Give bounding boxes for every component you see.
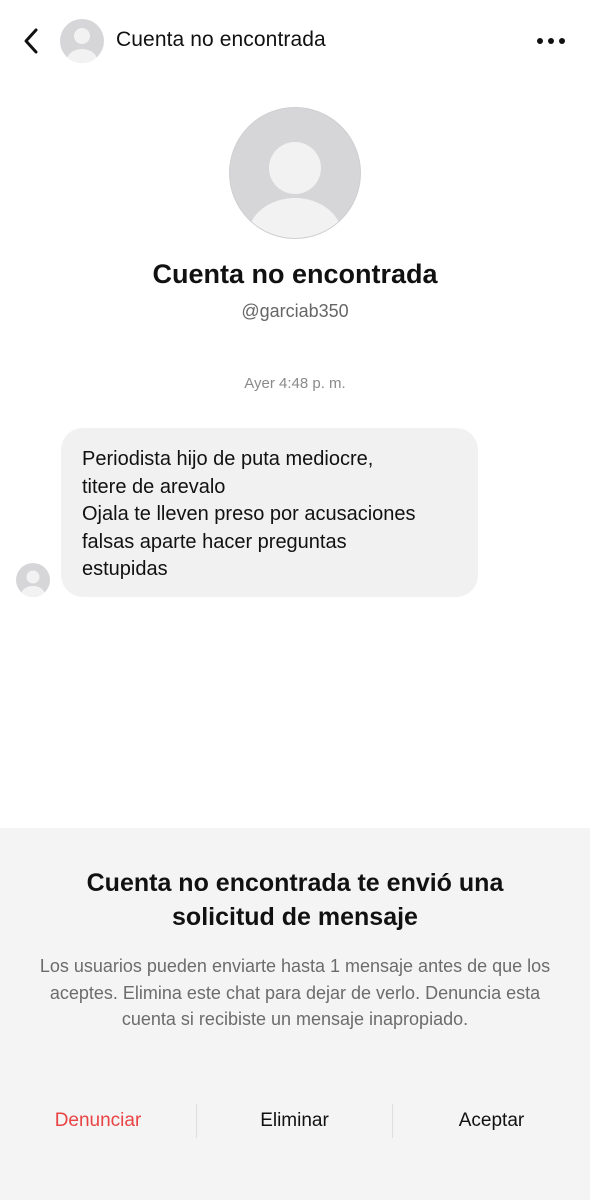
request-actions: Denunciar Eliminar Aceptar xyxy=(0,1104,590,1138)
message-text: Periodista hijo de puta mediocre, titere… xyxy=(82,448,416,580)
chat-header: Cuenta no encontrada xyxy=(0,0,590,84)
chevron-left-icon xyxy=(24,28,38,54)
report-button[interactable]: Denunciar xyxy=(0,1104,196,1138)
more-horizontal-icon xyxy=(537,38,565,44)
delete-button[interactable]: Eliminar xyxy=(197,1104,392,1138)
sender-avatar[interactable] xyxy=(16,563,50,597)
chat-screen: Cuenta no encontrada Cuenta no encontrad… xyxy=(0,0,590,1200)
profile-avatar[interactable] xyxy=(229,107,361,239)
message-bubble[interactable]: Periodista hijo de puta mediocre, titere… xyxy=(61,428,478,597)
profile-name: Cuenta no encontrada xyxy=(152,259,438,289)
message-request-panel: Cuenta no encontrada te envió una solici… xyxy=(0,828,590,1200)
back-button[interactable] xyxy=(14,24,48,58)
more-options-button[interactable] xyxy=(528,24,574,58)
request-description: Los usuarios pueden enviarte hasta 1 men… xyxy=(39,956,551,1029)
request-title: Cuenta no encontrada te envió una solici… xyxy=(86,869,504,931)
message-timestamp: Ayer 4:48 p. m. xyxy=(244,375,346,392)
default-avatar-icon xyxy=(16,563,50,597)
accept-button[interactable]: Aceptar xyxy=(393,1104,590,1138)
default-avatar-icon xyxy=(60,19,104,63)
header-avatar[interactable] xyxy=(60,19,104,63)
header-title[interactable]: Cuenta no encontrada xyxy=(116,28,326,52)
default-avatar-icon xyxy=(229,107,361,239)
profile-handle: @garciab350 xyxy=(241,301,349,321)
